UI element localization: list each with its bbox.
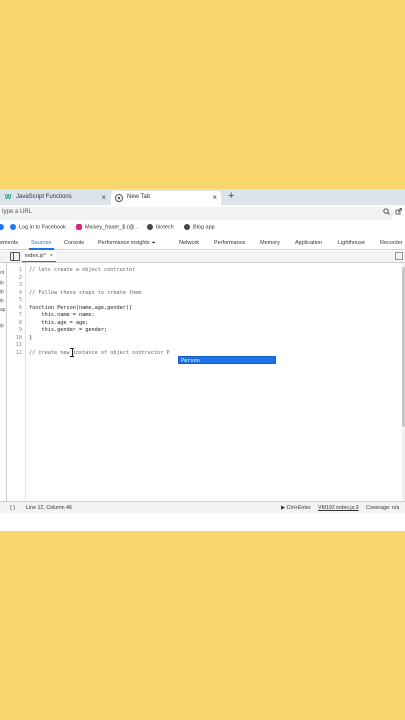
navigator-item[interactable]: ip bbox=[0, 289, 4, 295]
navigator-item[interactable]: ap bbox=[0, 307, 6, 313]
bookmark-label: biotech bbox=[156, 224, 174, 231]
tab-javascript-functions[interactable]: W JavaScript Functions × bbox=[0, 191, 110, 205]
file-tab-label: index.js* bbox=[25, 253, 46, 259]
line-number: 7 bbox=[18, 312, 22, 318]
line-number-gutter: 1 2 3 4 5 6 7 8 9 10 11 12 bbox=[7, 263, 26, 501]
text-cursor-icon bbox=[70, 348, 74, 357]
devtools-tab-bar: ements Sources Console Performance insig… bbox=[0, 237, 405, 250]
new-tab-button[interactable]: + bbox=[228, 190, 234, 202]
coverage-status: Coverage: n/a bbox=[366, 505, 400, 511]
tab-performance-insights[interactable]: Performance insights ⏶ bbox=[98, 240, 156, 247]
address-placeholder: type a URL bbox=[2, 209, 33, 215]
address-bar[interactable]: type a URL bbox=[0, 207, 402, 220]
bookmark-label: Log in to Facebook bbox=[19, 224, 66, 231]
code-editor[interactable]: 1 2 3 4 5 6 7 8 9 10 11 12 // lets creat… bbox=[7, 263, 405, 501]
source-link[interactable]: VM192 index.js:3 bbox=[318, 505, 359, 511]
facebook-icon bbox=[0, 224, 4, 230]
tab-title: New Tab bbox=[127, 194, 151, 200]
bookmark-biotech[interactable]: biotech bbox=[147, 224, 174, 230]
tab-memory[interactable]: Memory bbox=[260, 240, 280, 246]
navigator-item[interactable]: ip bbox=[0, 323, 4, 329]
editor-file-tabs: index.js* × bbox=[0, 251, 405, 263]
autocomplete-suggestion[interactable]: Person bbox=[178, 356, 276, 364]
run-snippet-hint[interactable]: ▶ Ctrl+Enter bbox=[281, 505, 311, 511]
tab-title: JavaScript Functions bbox=[16, 194, 72, 200]
code-line: // Follow these steps to create them bbox=[29, 289, 142, 296]
line-number: 11 bbox=[15, 342, 22, 348]
line-number: 2 bbox=[18, 274, 22, 281]
tab-network[interactable]: Network bbox=[179, 240, 199, 246]
code-line: // lets create a object contructor bbox=[29, 267, 136, 273]
code-line: } bbox=[29, 334, 33, 341]
bookmark-facebook[interactable] bbox=[0, 224, 7, 230]
code-line-active: // create new instance of object contruc… bbox=[29, 349, 170, 356]
w-logo-icon: W bbox=[4, 194, 12, 201]
address-bar-row: type a URL bbox=[0, 205, 405, 223]
tab-recorder[interactable]: Recorder bbox=[380, 240, 403, 246]
bookmarks-bar: Log in to Facebook Mickey_fraser_$ (@...… bbox=[0, 223, 405, 235]
line-number: 1 bbox=[18, 267, 22, 273]
line-number: 3 bbox=[18, 282, 22, 288]
tab-sources[interactable]: Sources bbox=[31, 240, 51, 246]
share-icon[interactable] bbox=[395, 208, 402, 217]
tab-performance[interactable]: Performance bbox=[214, 240, 246, 246]
line-number: 10 bbox=[15, 334, 22, 341]
bookmark-label: Mickey_fraser_$ (@... bbox=[85, 224, 139, 231]
file-navigator: ot ip ip ip ap ip bbox=[0, 263, 7, 501]
line-number: 4 bbox=[18, 289, 22, 296]
pretty-print-button[interactable]: { } bbox=[10, 505, 15, 511]
line-number: 9 bbox=[18, 327, 22, 333]
globe-icon bbox=[184, 224, 190, 230]
tab-elements[interactable]: ements bbox=[0, 240, 18, 246]
line-number: 5 bbox=[18, 297, 22, 303]
code-line: this.gender = gender; bbox=[29, 327, 108, 333]
tab-new-tab[interactable]: New Tab × bbox=[111, 191, 221, 205]
cursor-position: Line 12, Column 46 bbox=[26, 505, 72, 511]
tab-lighthouse[interactable]: Lighthouse bbox=[338, 240, 365, 246]
editor-status-bar: { } Line 12, Column 46 ▶ Ctrl+Enter VM19… bbox=[0, 501, 405, 513]
code-line: function Person(name,age,gender){ bbox=[29, 304, 133, 311]
bookmark-instagram[interactable]: Mickey_fraser_$ (@... bbox=[76, 224, 139, 230]
line-number: 6 bbox=[18, 304, 22, 311]
close-tab-icon[interactable]: × bbox=[212, 193, 217, 202]
file-tab-index-js[interactable]: index.js* × bbox=[22, 251, 57, 262]
code-line: this.name = name; bbox=[29, 312, 95, 318]
globe-icon bbox=[147, 224, 153, 230]
tab-console[interactable]: Console bbox=[64, 240, 84, 246]
code-line: this.age = age; bbox=[29, 319, 89, 326]
active-tab-indicator bbox=[29, 248, 54, 250]
bookmark-blog-app[interactable]: Blog app bbox=[184, 224, 215, 230]
tab-strip: W JavaScript Functions × New Tab × + bbox=[0, 189, 405, 205]
navigator-item[interactable]: ot bbox=[0, 270, 4, 276]
close-tab-icon[interactable]: × bbox=[101, 193, 106, 202]
bookmark-label: Blog app bbox=[193, 224, 215, 231]
chrome-icon bbox=[115, 194, 123, 202]
close-file-icon[interactable]: × bbox=[50, 253, 53, 259]
tab-application[interactable]: Application bbox=[295, 240, 322, 246]
debugger-toggle-icon[interactable] bbox=[395, 252, 403, 260]
navigator-item[interactable]: ip bbox=[0, 280, 4, 286]
line-number: 8 bbox=[18, 319, 22, 326]
zoom-icon[interactable] bbox=[383, 208, 390, 217]
navigator-item[interactable]: ip bbox=[0, 298, 4, 304]
facebook-icon bbox=[10, 224, 16, 230]
instagram-icon bbox=[76, 224, 82, 230]
bookmark-facebook[interactable]: Log in to Facebook bbox=[10, 224, 66, 230]
line-number: 12 bbox=[15, 349, 22, 356]
navigator-toggle-icon[interactable] bbox=[10, 252, 20, 261]
